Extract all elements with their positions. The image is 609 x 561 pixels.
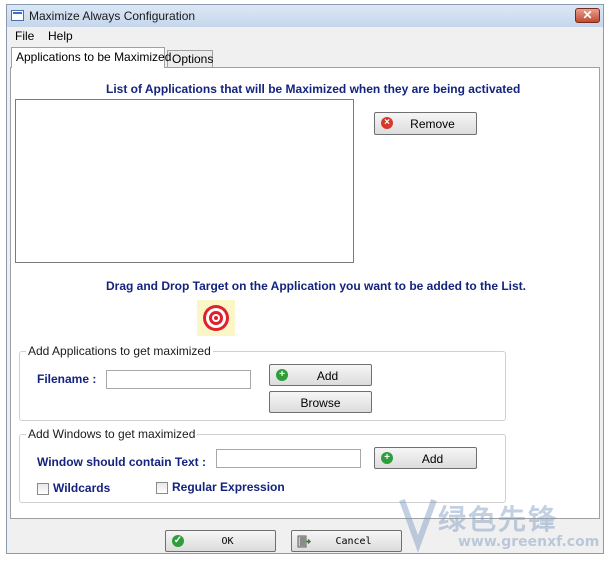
watermark: 绿色先锋 www.greenxf.com [398, 490, 608, 560]
add-window-button[interactable]: + Add [374, 447, 477, 469]
watermark-url: www.greenxf.com [458, 534, 600, 550]
menu-bar: File Help [7, 27, 603, 45]
menu-help[interactable]: Help [48, 29, 73, 43]
watermark-logo-icon [399, 498, 437, 553]
applications-list[interactable] [15, 99, 354, 263]
filename-label: Filename : [37, 372, 97, 386]
target-icon-graphic [203, 305, 229, 331]
remove-button[interactable]: × Remove [374, 112, 477, 135]
tab-panel: List of Applications that will be Maximi… [10, 67, 600, 519]
window-title: Maximize Always Configuration [29, 9, 196, 23]
ok-button-label: OK [221, 536, 234, 547]
cancel-button[interactable]: Cancel [291, 530, 402, 552]
add-applications-group: Add Applications to get maximized Filena… [19, 344, 506, 421]
drag-heading: Drag and Drop Target on the Application … [106, 279, 527, 293]
tab-applications-to-be-maximized[interactable]: Applications to be Maximized [11, 47, 171, 68]
tab-options[interactable]: Options [167, 50, 213, 67]
filename-input[interactable] [106, 370, 251, 389]
browse-button-label: Browse [300, 396, 341, 410]
add-application-button[interactable]: + Add [269, 364, 372, 386]
title-bar[interactable]: Maximize Always Configuration ✕ [7, 5, 603, 27]
watermark-text: 绿色先锋 [438, 503, 559, 536]
regular-expression-checkbox[interactable] [156, 482, 168, 494]
remove-button-label: Remove [410, 117, 455, 131]
cancel-button-label: Cancel [335, 536, 372, 547]
wildcards-checkbox[interactable] [37, 483, 49, 495]
menu-file[interactable]: File [15, 29, 34, 43]
target-icon[interactable] [197, 300, 235, 336]
window-text-label: Window should contain Text : [37, 455, 206, 469]
close-icon: ✕ [582, 8, 593, 22]
close-button[interactable]: ✕ [575, 8, 600, 23]
ok-button[interactable]: ✓ OK [165, 530, 276, 552]
add-window-button-label: Add [421, 452, 444, 466]
window-text-input[interactable] [216, 449, 361, 468]
add-applications-group-title: Add Applications to get maximized [26, 344, 213, 358]
app-icon [11, 10, 24, 21]
add-application-button-label: Add [316, 369, 339, 383]
main-window: Maximize Always Configuration ✕ File Hel… [6, 4, 604, 554]
add-windows-group-title: Add Windows to get maximized [26, 427, 198, 441]
list-heading: List of Applications that will be Maximi… [106, 82, 521, 96]
regular-expression-label[interactable]: Regular Expression [172, 480, 285, 494]
wildcards-label[interactable]: Wildcards [53, 481, 110, 495]
browse-button[interactable]: Browse [269, 391, 372, 413]
